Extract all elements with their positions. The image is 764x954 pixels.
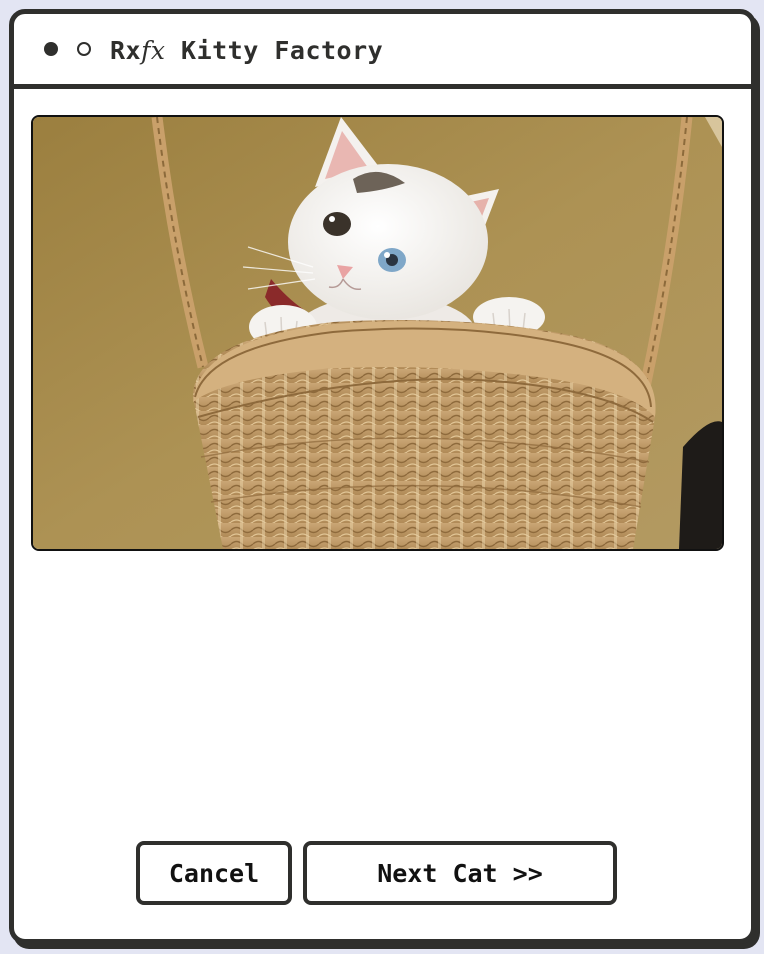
- next-cat-button[interactable]: Next Cat >>: [303, 841, 617, 905]
- title-fx: fx: [141, 36, 166, 65]
- kitten-photo: [31, 115, 724, 551]
- window-minimize-dot-icon[interactable]: [77, 42, 91, 56]
- title-main: Kitty Factory: [181, 36, 384, 65]
- cancel-button[interactable]: Cancel: [136, 841, 292, 905]
- window-close-dot-icon[interactable]: [44, 42, 58, 56]
- app-window: Rxfx Kitty Factory Cancel Next Cat >>: [9, 9, 756, 944]
- window-title: Rxfx Kitty Factory: [110, 36, 383, 65]
- title-bar: Rxfx Kitty Factory: [14, 14, 751, 89]
- title-prefix: Rx: [110, 36, 142, 65]
